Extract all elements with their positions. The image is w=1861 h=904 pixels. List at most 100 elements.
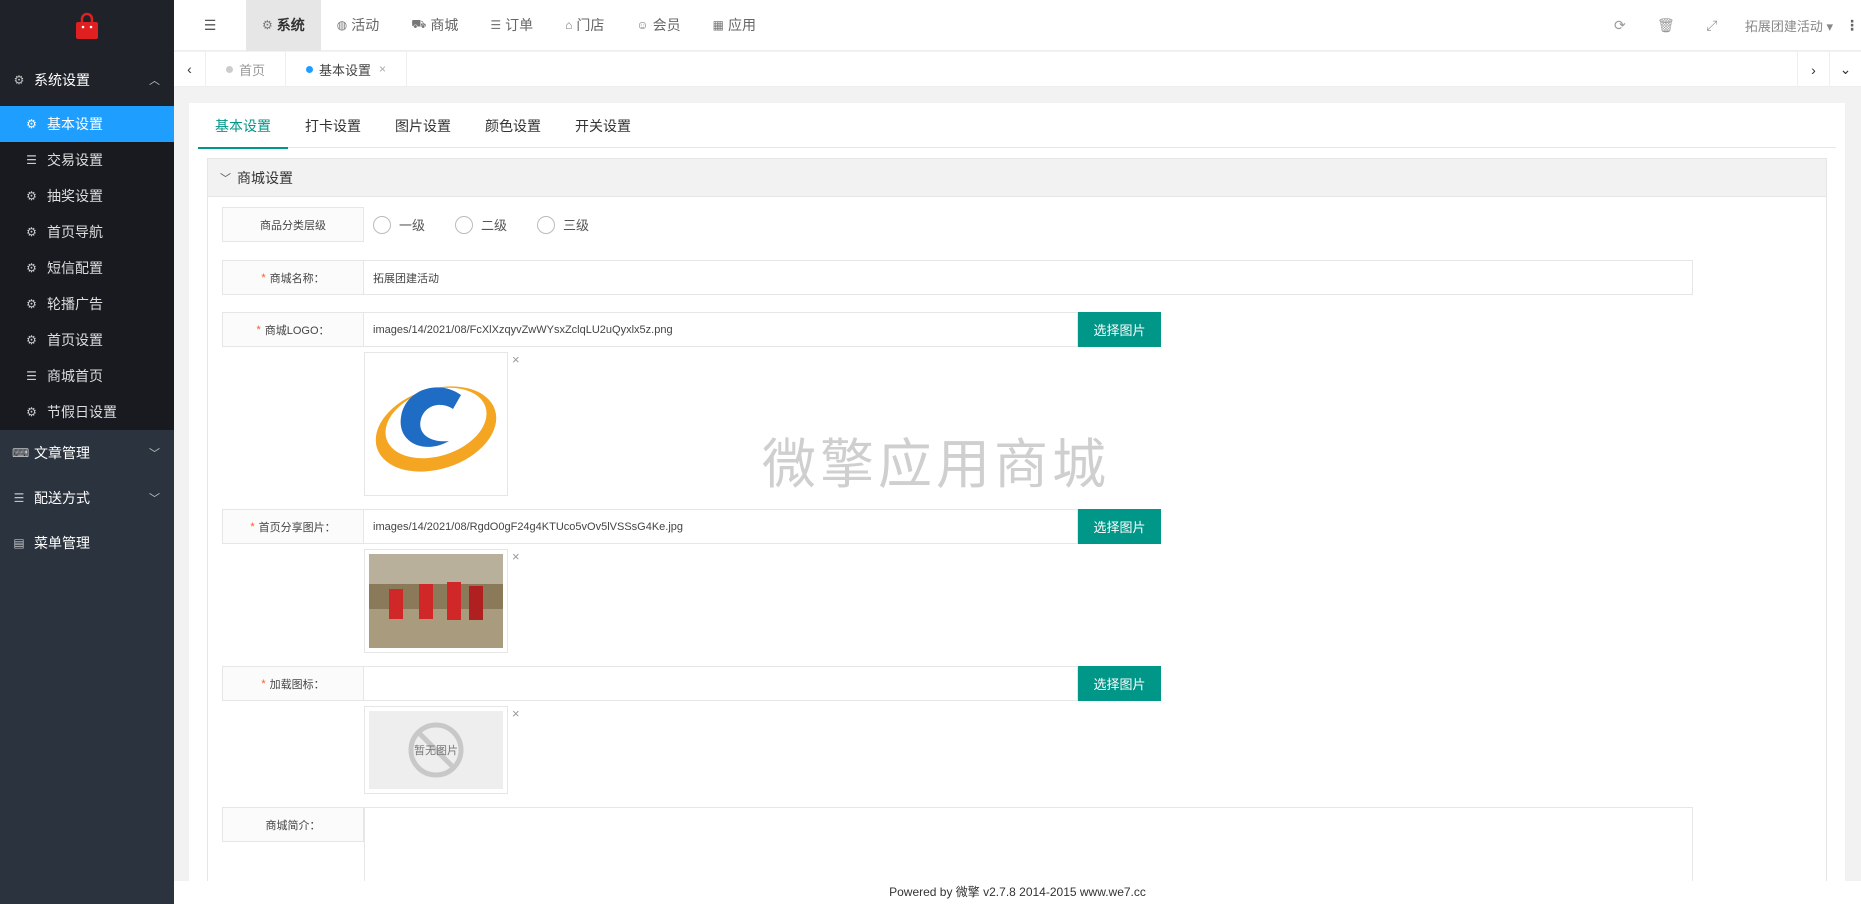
gear-icon: ⚙ [26, 189, 37, 203]
category-level-row: 商品分类层级 一级 二级 三级 [222, 207, 619, 242]
settings-subtabs: 基本设置 打卡设置 图片设置 颜色设置 开关设置 [198, 103, 1836, 149]
top-nav-shop[interactable]: ⛟ 商城 [395, 0, 474, 51]
top-nav-stores[interactable]: ⌂ 门店 [549, 0, 620, 51]
gear-icon: ⚙ [26, 297, 37, 311]
logo-path-input[interactable]: images/14/2021/08/FcXlXzqyvZwWYsxZclqLU2… [364, 312, 1078, 347]
tab-dot [306, 65, 314, 73]
select-share-image-button[interactable]: 选择图片 [1078, 509, 1161, 544]
tabs-right-controls: › ⌄ [1797, 52, 1861, 87]
sidebar-group-label: 系统设置 [34, 71, 90, 88]
radio-circle [537, 215, 556, 234]
sidebar-item-label: 轮播广告 [47, 296, 103, 312]
tabs-menu-button[interactable]: ⌄ [1829, 52, 1861, 87]
sidebar-item-label: 首页设置 [47, 332, 103, 348]
section-header[interactable]: ﹀ 商城设置 [208, 159, 1826, 197]
select-loading-icon-button[interactable]: 选择图片 [1078, 666, 1161, 701]
table-icon: ▤ [13, 535, 25, 550]
tabs-scroll-left-button[interactable]: ‹ [174, 51, 206, 87]
more-vertical-icon[interactable]: ⋮ [1843, 17, 1861, 34]
page-tab-label: 基本设置 [319, 62, 372, 78]
share-image-path-input[interactable]: images/14/2021/08/RgdO0gF24g4KTUco5vOv5l… [364, 509, 1078, 544]
page-tab-home[interactable]: 首页 [206, 51, 287, 87]
logo-preview [364, 352, 508, 496]
top-nav: ⚙ 系统 ◍ 活动 ⛟ 商城 ☰ 订单 ⌂ 门店 ☺ 会员 ▦ 应用 [246, 0, 772, 51]
chevron-down-icon: ⌄ [1839, 61, 1852, 77]
shop-intro-textarea[interactable] [364, 807, 1693, 881]
sidebar-item-label: 商城首页 [47, 368, 103, 384]
top-nav-apps[interactable]: ▦ 应用 [697, 0, 772, 51]
sidebar-group-system-settings[interactable]: ⚙ 系统设置 ︿ [0, 53, 174, 106]
list-icon: ☰ [13, 490, 25, 505]
label-text: 商城LOGO： [264, 324, 330, 337]
close-icon[interactable]: × [379, 62, 386, 76]
watermark-text: 微擎应用商城 [762, 433, 1110, 496]
refresh-icon[interactable]: ⟳ [1597, 17, 1643, 34]
shop-name-label: * 商城名称： [222, 260, 364, 295]
sidebar-item-shop-home[interactable]: ☰ 商城首页 [0, 358, 174, 394]
sidebar-item-lottery-settings[interactable]: ⚙ 抽奖设置 [0, 178, 174, 214]
chevron-right-icon: › [1811, 61, 1816, 78]
fullscreen-icon[interactable]: ⤢ [1689, 17, 1735, 34]
top-nav-label: 系统 [276, 17, 305, 33]
gear-icon: ⚙ [26, 405, 37, 419]
top-nav-system[interactable]: ⚙ 系统 [246, 0, 321, 51]
sidebar-item-carousel-ads[interactable]: ⚙ 轮播广告 [0, 286, 174, 322]
sidebar-item-home-settings[interactable]: ⚙ 首页设置 [0, 322, 174, 358]
top-nav-label: 应用 [727, 17, 756, 33]
select-logo-button[interactable]: 选择图片 [1078, 312, 1161, 347]
sidebar-group-label: 配送方式 [34, 489, 90, 506]
sidebar-item-label: 短信配置 [47, 260, 103, 276]
trash-icon[interactable]: 🗑 [1643, 17, 1689, 34]
users-icon: ☺ [636, 18, 649, 32]
radio-level-3[interactable]: 三级 [537, 215, 589, 234]
no-image-text: 暂无图片 [414, 745, 458, 757]
sidebar-item-home-nav[interactable]: ⚙ 首页导航 [0, 214, 174, 250]
sidebar-group-articles[interactable]: ⌨ 文章管理 ﹀ [0, 430, 174, 475]
sidebar-item-holiday-settings[interactable]: ⚙ 节假日设置 [0, 394, 174, 430]
page-tab-basic-settings[interactable]: 基本设置 × [286, 51, 408, 87]
radio-level-1[interactable]: 一级 [373, 215, 425, 234]
subtab-image[interactable]: 图片设置 [378, 103, 468, 148]
sidebar-item-label: 节假日设置 [47, 404, 117, 420]
radio-label: 二级 [481, 218, 508, 233]
gears-icon: ⚙ [262, 18, 273, 32]
sidebar-item-sms-config[interactable]: ⚙ 短信配置 [0, 250, 174, 286]
required-mark: * [261, 271, 266, 284]
app-logo[interactable] [0, 0, 174, 53]
logo-image [375, 386, 497, 472]
loading-icon-path-input[interactable] [364, 666, 1078, 701]
no-image-placeholder: 暂无图片 [369, 711, 503, 789]
subtab-switch[interactable]: 开关设置 [558, 103, 648, 148]
top-nav-label: 会员 [652, 17, 681, 33]
remove-loading-icon-icon[interactable]: × [512, 706, 520, 721]
subtab-checkin[interactable]: 打卡设置 [288, 103, 378, 148]
label-text: 商城简介： [265, 819, 321, 832]
sidebar-subnav: ⚙ 基本设置 ☰ 交易设置 ⚙ 抽奖设置 ⚙ 首页导航 ⚙ 短信配置 ⚙ 轮播广告 ⚙ 首页设… [0, 106, 174, 430]
account-dropdown[interactable]: 拓展团建活动 ▾ [1735, 16, 1843, 35]
radio-level-2[interactable]: 二级 [455, 215, 507, 234]
section-title: 商城设置 [237, 169, 293, 186]
tabs-scroll-right-button[interactable]: › [1797, 52, 1829, 87]
top-nav-activity[interactable]: ◍ 活动 [321, 0, 395, 51]
top-nav-members[interactable]: ☺ 会员 [620, 0, 696, 51]
menu-toggle-button[interactable]: ☰ [174, 0, 246, 51]
sidebar-group-delivery[interactable]: ☰ 配送方式 ﹀ [0, 475, 174, 520]
shop-name-row: * 商城名称： 拓展团建活动 [222, 260, 1693, 295]
sidebar-group-menu[interactable]: ▤ 菜单管理 [0, 520, 174, 565]
bank-icon: ⌂ [565, 18, 573, 32]
share-image-row: * 首页分享图片： images/14/2021/08/RgdO0gF24g4KT… [222, 509, 1161, 544]
subtab-basic[interactable]: 基本设置 [198, 103, 288, 149]
remove-logo-icon[interactable]: × [512, 352, 520, 367]
top-right-tools: ⟳ 🗑 ⤢ 拓展团建活动 ▾ ⋮ [1597, 0, 1861, 51]
chevron-down-icon: ﹀ [149, 492, 160, 505]
sidebar-item-basic-settings[interactable]: ⚙ 基本设置 [0, 106, 174, 142]
shop-intro-label: 商城简介： [222, 807, 364, 842]
grid-icon: ▦ [712, 18, 724, 32]
subtab-color[interactable]: 颜色设置 [468, 103, 558, 148]
sidebar-item-trade-settings[interactable]: ☰ 交易设置 [0, 142, 174, 178]
remove-share-image-icon[interactable]: × [512, 549, 520, 564]
top-nav-orders[interactable]: ☰ 订单 [474, 0, 549, 51]
shop-name-input[interactable]: 拓展团建活动 [364, 260, 1693, 295]
page-tab-label: 首页 [239, 62, 266, 78]
gear-icon: ⚙ [26, 261, 37, 275]
